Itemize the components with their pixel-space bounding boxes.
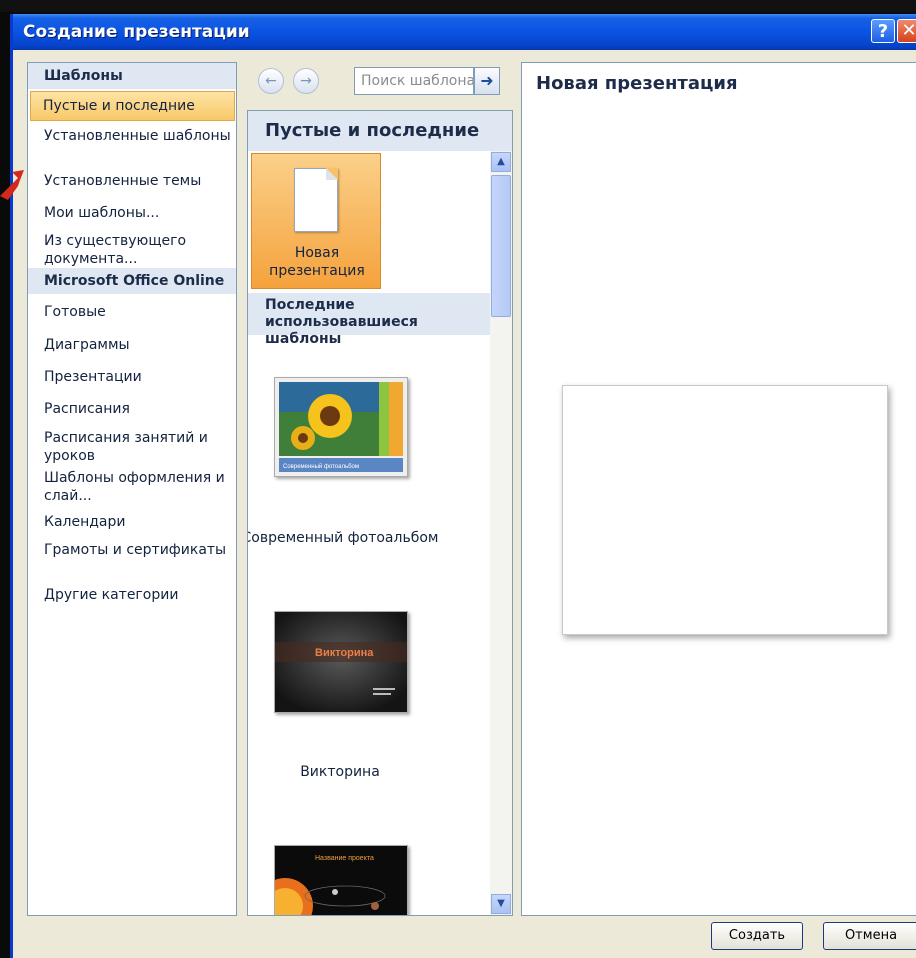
title-bar[interactable]: Создание презентации ? ✕ — [13, 14, 916, 50]
create-button[interactable]: Создать — [711, 922, 803, 950]
sunflower-image: Современный фотоальбом — [275, 378, 407, 476]
new-presentation-label: Новая презентация — [269, 245, 365, 279]
nav-item-diagrams[interactable]: Диаграммы — [44, 336, 232, 354]
arrow-right-icon: → — [300, 73, 312, 89]
scroll-up-button[interactable]: ▲ — [491, 152, 511, 172]
arrow-right-icon: ➜ — [480, 71, 494, 90]
nav-item-from-existing[interactable]: Из существующего документа... — [44, 232, 232, 268]
blank-document-icon — [294, 168, 338, 232]
close-button[interactable]: ✕ — [897, 19, 916, 43]
search-go-button[interactable]: ➜ — [474, 67, 500, 95]
quiz-slide-title: Викторина — [315, 647, 374, 659]
forward-button[interactable]: → — [293, 68, 319, 94]
nav-item-presentations[interactable]: Презентации — [44, 368, 232, 386]
nav-item-featured[interactable]: Готовые — [44, 303, 232, 321]
arrow-left-icon: ← — [265, 73, 277, 89]
nav-item-my-templates[interactable]: Мои шаблоны... — [44, 204, 232, 222]
preview-title: Новая презентация — [536, 73, 738, 94]
template-thumbnail-photo-album[interactable]: Современный фотоальбом — [274, 377, 408, 477]
quiz-slide-image: Викторина — [275, 612, 407, 712]
window-title: Создание презентации — [23, 22, 250, 42]
nav-item-blank-and-recent[interactable]: Пустые и последние — [30, 91, 235, 121]
template-label-photo-album: Современный фотоальбом — [247, 530, 439, 546]
template-label-quiz: Викторина — [300, 764, 380, 780]
desktop-background — [0, 0, 916, 12]
nav-item-installed-themes[interactable]: Установленные темы — [44, 172, 232, 190]
nav-item-design-templates[interactable]: Шаблоны оформления и слай... — [44, 469, 232, 505]
search-input[interactable]: Поиск шаблона — [354, 67, 474, 95]
template-thumbnail-label: Современный фотоальбом — [283, 463, 359, 470]
scroll-thumb[interactable] — [491, 175, 511, 317]
nav-item-other-categories[interactable]: Другие категории — [44, 586, 232, 604]
templates-header: Шаблоны — [28, 63, 236, 89]
project-slide-title: Название проекта — [315, 855, 374, 862]
nav-item-schedules[interactable]: Расписания — [44, 400, 232, 418]
scroll-down-button[interactable]: ▼ — [491, 894, 511, 914]
chevron-up-icon: ▲ — [497, 156, 505, 167]
help-button[interactable]: ? — [871, 19, 895, 43]
templates-scrollbar[interactable]: ▲ ▼ — [490, 151, 512, 915]
templates-list-pane: Пустые и последние Новая презентация Пос… — [247, 110, 513, 916]
recent-templates-header: Последние использовавшиеся шаблоны — [248, 293, 490, 347]
chevron-down-icon: ▼ — [497, 898, 505, 909]
nav-item-certificates[interactable]: Грамоты и сертификаты — [44, 541, 232, 559]
new-presentation-tile[interactable]: Новая презентация — [251, 153, 381, 289]
solar-system-image: Название проекта — [275, 846, 407, 915]
nav-item-calendars[interactable]: Календари — [44, 513, 232, 531]
nav-item-class-schedules[interactable]: Расписания занятий и уроков — [44, 429, 232, 465]
dialog-window: Создание презентации ? ✕ Шаблоны Пустые … — [10, 14, 916, 958]
office-online-header: Microsoft Office Online — [28, 268, 236, 294]
template-thumbnail-quiz[interactable]: Викторина — [274, 611, 408, 713]
templates-list-header: Пустые и последние — [248, 111, 512, 151]
template-thumbnail-project[interactable]: Название проекта — [274, 845, 408, 915]
preview-pane: Новая презентация — [521, 62, 916, 916]
back-button[interactable]: ← — [258, 68, 284, 94]
template-categories-pane: Шаблоны Пустые и последние Установленные… — [27, 62, 237, 916]
preview-slide — [562, 385, 888, 635]
pointer-arrow-icon — [0, 170, 24, 200]
nav-item-installed-templates[interactable]: Установленные шаблоны — [44, 127, 232, 145]
cancel-button[interactable]: Отмена — [823, 922, 916, 950]
